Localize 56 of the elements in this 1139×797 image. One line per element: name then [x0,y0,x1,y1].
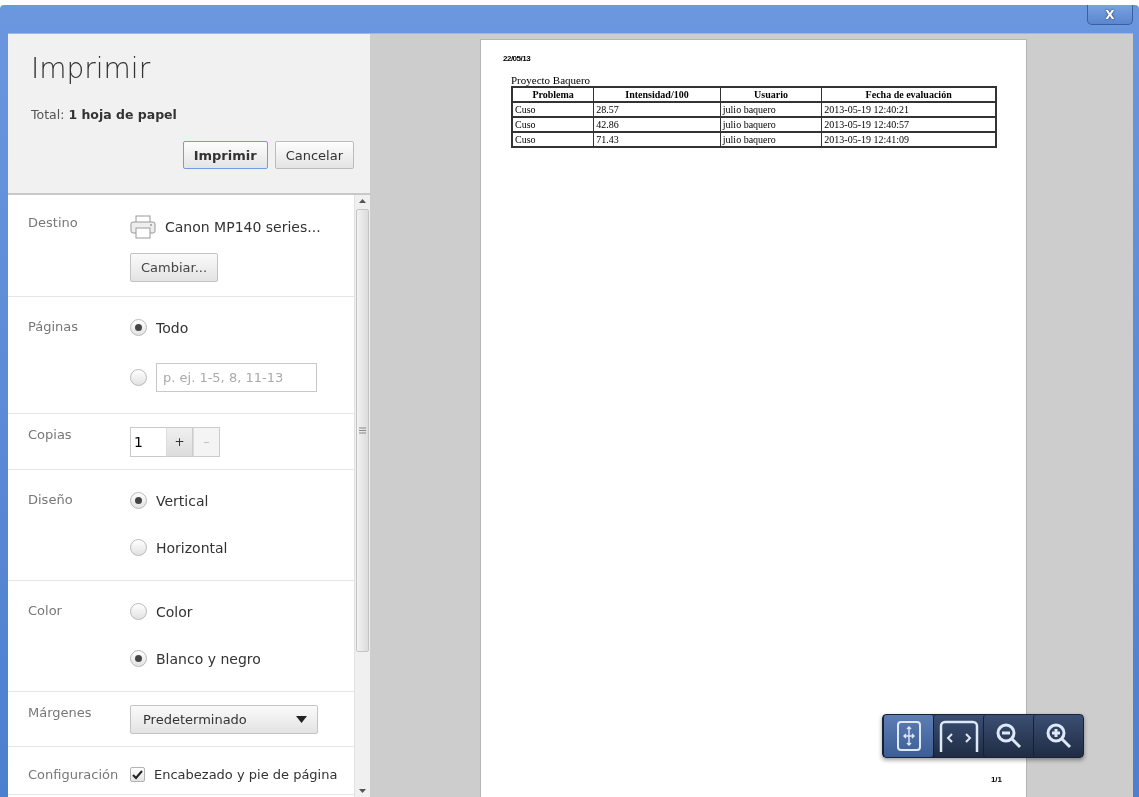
radio-label: Color [156,603,193,620]
table-cell: 71.43 [593,132,721,147]
dialog-title: Imprimir [31,52,152,85]
page-number: 1/1 [990,775,1002,784]
table-cell: Cuso [512,117,594,132]
setting-label: Márgenes [27,705,93,722]
table-cell: Cuso [512,102,594,117]
setting-label: Páginas [27,319,80,336]
print-date: 22/05/13 [503,54,532,63]
grip-icon [359,427,366,434]
document-title: Proyecto Baquero [511,74,592,86]
scrollbar[interactable] [354,195,370,797]
fit-page-icon [896,721,921,751]
table-cell: julio baquero [720,132,822,147]
radio-button[interactable] [130,650,147,667]
radio-label: Horizontal [156,539,228,556]
printer-name: Canon MP140 series... [165,219,321,235]
zoom-in-icon [1044,722,1073,750]
checkbox-label: Encabezado y pie de página [154,767,338,782]
radio-button[interactable] [130,319,147,336]
column-header: Problema [512,87,594,102]
scroll-up-icon[interactable] [359,199,366,203]
zoom-out-icon [994,722,1023,750]
table-cell: 28.57 [593,102,721,117]
setting-label: Diseño [27,492,74,509]
fit-width-icon [938,720,979,752]
radio-button[interactable] [130,492,147,509]
caret-icon [296,716,307,723]
printer-icon [130,215,156,239]
print-button[interactable]: Imprimir [182,141,268,169]
radio-label: Blanco y negro [156,650,261,667]
increment-button[interactable]: + [166,427,193,457]
copies-field[interactable]: 1 [130,427,166,457]
radio-button[interactable] [130,603,147,620]
fit-button[interactable] [883,715,933,757]
radio-button[interactable] [130,369,147,386]
column-header: Usuario [720,87,822,102]
pages-field[interactable]: p. ej. 1-5, 8, 11-13 [156,363,317,392]
scroll-down-icon[interactable] [359,789,366,793]
table-cell: julio baquero [720,102,822,117]
radio-button[interactable] [130,539,147,556]
radio-label: Vertical [156,492,209,509]
setting-label: Color [27,603,63,620]
table-cell: julio baquero [720,117,822,132]
column-header: Intensidad/100 [593,87,721,102]
setting-label: Copias [27,427,73,444]
cancel-button[interactable]: Cancelar [274,141,354,169]
margins-dropdown[interactable]: Predeterminado [130,705,318,734]
table-cell: Cuso [512,132,594,147]
setting-label: Destino [27,215,79,232]
total-sheets: Total: 1 hoja de papel [31,107,178,122]
table-cell: 42.86 [593,117,721,132]
checkbox[interactable] [130,767,145,782]
setting-label: Configuración [27,767,120,782]
radio-label: Todo [156,319,189,336]
change-button[interactable]: Cambiar... [130,253,219,282]
